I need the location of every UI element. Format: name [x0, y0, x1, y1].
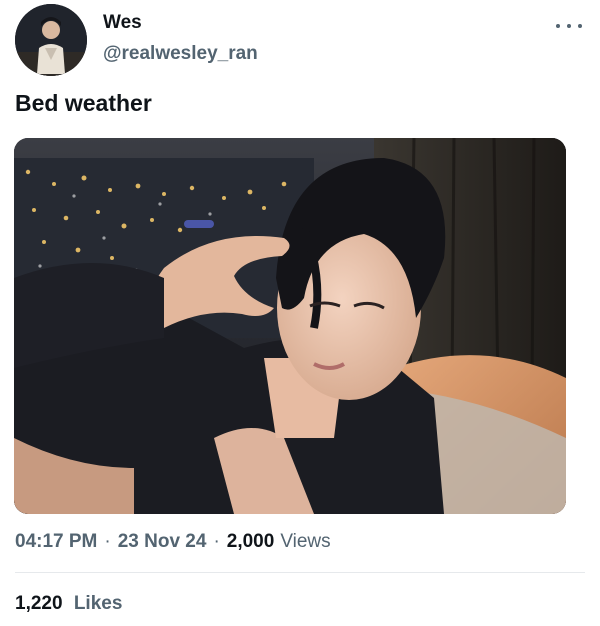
meta-separator: ·: [104, 531, 111, 552]
tweet-detail: Wes @realwesley_ran Bed weather 04:17 PM…: [0, 0, 600, 626]
meta-separator: ·: [213, 531, 220, 552]
tweet-time[interactable]: 04:17 PM: [15, 531, 97, 553]
tweet-meta: 04:17 PM · 23 Nov 24 · 2,000 Views: [15, 531, 331, 553]
tweet-date[interactable]: 23 Nov 24: [118, 531, 207, 553]
likes-label: Likes: [73, 593, 123, 614]
display-name[interactable]: Wes: [103, 12, 142, 34]
more-icon-dot: [567, 24, 571, 28]
likes-count: 1,220: [15, 593, 63, 614]
views-label: Views: [280, 531, 331, 552]
more-options-button[interactable]: [556, 18, 582, 34]
more-icon: [556, 24, 560, 28]
divider: [15, 572, 585, 573]
tweet-media-photo[interactable]: [14, 138, 566, 514]
tweet-text: Bed weather: [15, 90, 152, 116]
more-icon-dot: [578, 24, 582, 28]
avatar-photo-icon: [15, 4, 87, 76]
user-handle[interactable]: @realwesley_ran: [103, 43, 258, 65]
views-count: 2,000: [226, 531, 275, 552]
likes-link[interactable]: 1,220 Likes: [15, 593, 122, 615]
avatar[interactable]: [15, 4, 87, 76]
photo-icon: [14, 138, 566, 514]
